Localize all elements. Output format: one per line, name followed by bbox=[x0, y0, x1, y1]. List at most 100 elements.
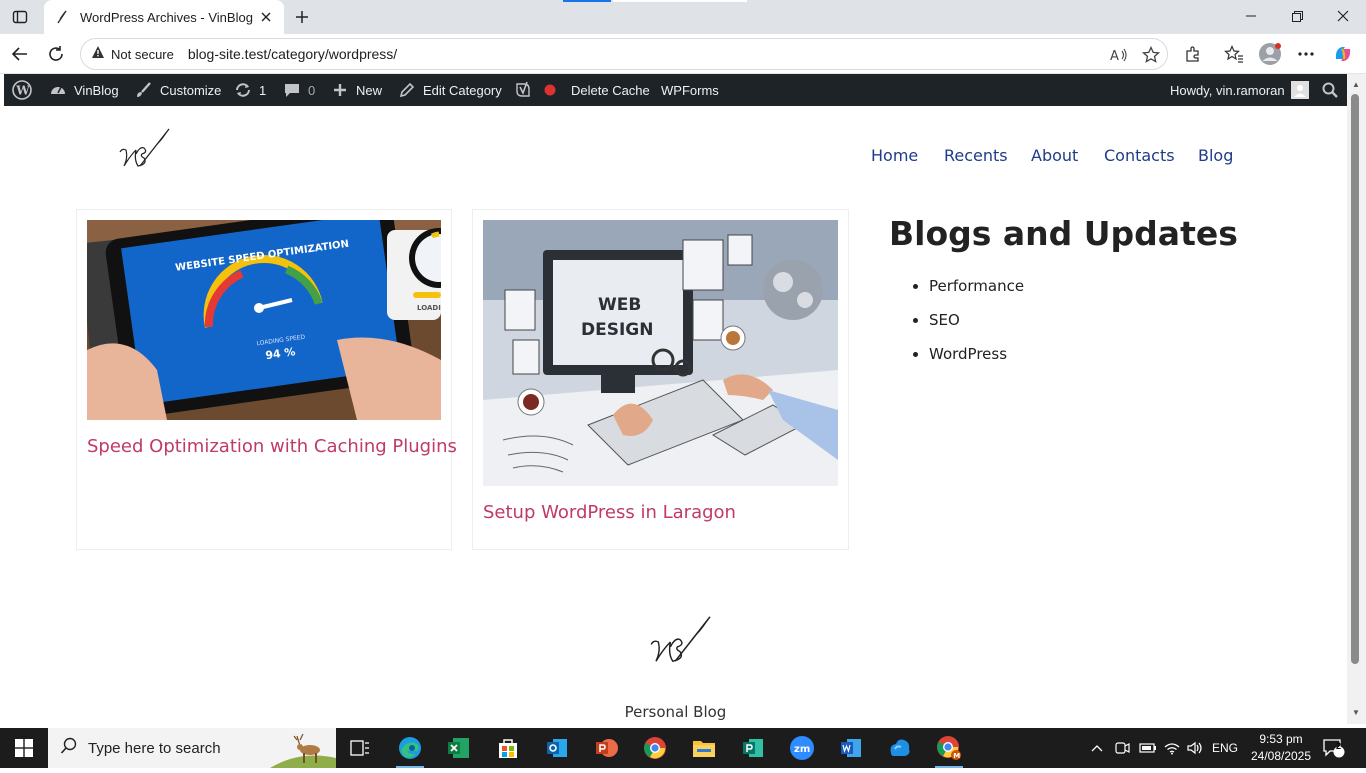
back-arrow-icon[interactable] bbox=[8, 42, 32, 66]
outlook-icon[interactable] bbox=[533, 728, 581, 768]
site-name-menu[interactable]: VinBlog bbox=[48, 74, 119, 106]
footer-logo[interactable] bbox=[644, 613, 716, 671]
tab-close-icon[interactable] bbox=[258, 9, 274, 25]
comments-menu[interactable]: 0 bbox=[282, 74, 315, 106]
edit-category-link[interactable]: Edit Category bbox=[397, 74, 502, 106]
category-item[interactable]: SEO bbox=[929, 308, 1024, 342]
tab-actions-icon[interactable] bbox=[6, 5, 34, 29]
volume-icon[interactable] bbox=[1186, 728, 1204, 768]
my-account-menu[interactable]: Howdy, vin.ramoran bbox=[1170, 74, 1309, 106]
nav-blog[interactable]: Blog bbox=[1198, 146, 1233, 165]
post-thumbnail-webdesign[interactable]: WEB DESIGN bbox=[483, 220, 838, 486]
category-item[interactable]: WordPress bbox=[929, 342, 1024, 376]
not-secure-label[interactable]: Not secure bbox=[111, 47, 174, 62]
wp-admin-bar: W VinBlog Customize 1 0 New Edit Categor… bbox=[4, 74, 1347, 106]
seo-status-dot-icon bbox=[544, 74, 556, 106]
scroll-down-arrow-icon[interactable]: ▼ bbox=[1350, 706, 1362, 718]
taskbar-search-box[interactable]: Type here to search bbox=[48, 728, 336, 768]
minimize-icon[interactable] bbox=[1228, 0, 1274, 32]
excel-icon[interactable] bbox=[435, 728, 483, 768]
category-label[interactable]: WordPress bbox=[929, 345, 1007, 363]
category-item[interactable]: Performance bbox=[929, 274, 1024, 308]
show-hidden-icons-icon[interactable] bbox=[1090, 728, 1104, 768]
scroll-up-arrow-icon[interactable]: ▲ bbox=[1350, 78, 1362, 90]
updates-count: 1 bbox=[259, 82, 267, 98]
taskbar: Type here to search zm M ENG 9:53 pm 24/… bbox=[0, 728, 1366, 768]
pencil-icon bbox=[397, 80, 417, 100]
clock-date: 24/08/2025 bbox=[1250, 749, 1312, 763]
scroll-thumb[interactable] bbox=[1351, 94, 1359, 664]
new-tab-icon[interactable] bbox=[290, 5, 314, 29]
post-card[interactable]: WEBSITE SPEED OPTIMIZATION LOADING SPEED… bbox=[76, 209, 457, 550]
site-logo[interactable] bbox=[114, 126, 174, 174]
favorites-bar-icon[interactable] bbox=[1222, 42, 1246, 66]
customize-label: Customize bbox=[160, 82, 222, 98]
meet-now-icon[interactable] bbox=[1114, 728, 1130, 768]
thumb-text-web: WEB bbox=[598, 295, 641, 315]
cloud-app-icon[interactable] bbox=[876, 728, 924, 768]
page-scrollbar[interactable]: ▲ ▼ bbox=[1347, 74, 1366, 724]
post-title-link[interactable]: Speed Optimization with Caching Plugins bbox=[87, 436, 457, 457]
tab-indicator-2 bbox=[613, 0, 747, 2]
search-icon[interactable] bbox=[1322, 74, 1338, 106]
category-list: Performance SEO WordPress bbox=[929, 274, 1024, 376]
browser-tab-strip: WordPress Archives - VinBlog bbox=[0, 0, 1366, 34]
svg-text:A: A bbox=[1110, 49, 1119, 63]
nav-about[interactable]: About bbox=[1031, 146, 1078, 165]
powerpoint-icon[interactable] bbox=[582, 728, 630, 768]
extensions-icon[interactable] bbox=[1181, 42, 1205, 66]
nav-contacts[interactable]: Contacts bbox=[1104, 146, 1175, 165]
url-text[interactable]: blog-site.test/category/wordpress/ bbox=[188, 46, 397, 62]
category-label[interactable]: Performance bbox=[929, 277, 1024, 295]
quill-favicon-icon bbox=[54, 9, 70, 25]
dashboard-gauge-icon bbox=[48, 80, 68, 100]
taskbar-clock[interactable]: 9:53 pm 24/08/2025 bbox=[1247, 731, 1315, 765]
favorite-star-icon[interactable] bbox=[1139, 43, 1163, 67]
chrome-icon[interactable] bbox=[631, 728, 679, 768]
nav-home[interactable]: Home bbox=[871, 146, 918, 165]
new-content-menu[interactable]: New bbox=[330, 74, 382, 106]
comment-bubble-icon bbox=[282, 80, 302, 100]
search-magnifier-icon bbox=[60, 737, 78, 760]
warning-triangle-icon[interactable] bbox=[91, 45, 105, 64]
tab-indicator bbox=[563, 0, 611, 2]
wifi-icon[interactable] bbox=[1163, 728, 1181, 768]
delete-cache-label: Delete Cache bbox=[571, 82, 650, 98]
category-label[interactable]: SEO bbox=[929, 311, 960, 329]
page-content: Home Recents About Contacts Blog WEBSITE… bbox=[4, 106, 1347, 724]
notifications-count: 2 bbox=[1336, 741, 1342, 751]
read-aloud-icon[interactable]: A bbox=[1107, 43, 1131, 67]
post-title-link[interactable]: Setup WordPress in Laragon bbox=[483, 502, 736, 523]
post-thumbnail-speed[interactable]: WEBSITE SPEED OPTIMIZATION LOADING SPEED… bbox=[87, 220, 441, 420]
zoom-icon[interactable]: zm bbox=[778, 728, 826, 768]
profile-avatar[interactable] bbox=[1258, 42, 1282, 66]
chrome-profile-icon[interactable]: M bbox=[925, 728, 973, 768]
language-indicator[interactable]: ENG bbox=[1212, 728, 1238, 768]
restore-icon[interactable] bbox=[1274, 0, 1320, 32]
updates-menu[interactable]: 1 bbox=[233, 74, 266, 106]
copilot-icon[interactable] bbox=[1331, 42, 1355, 66]
edge-browser-icon[interactable] bbox=[386, 728, 434, 768]
microsoft-store-icon[interactable] bbox=[484, 728, 532, 768]
windows-start-icon[interactable] bbox=[0, 728, 48, 768]
yoast-seo-icon[interactable] bbox=[514, 74, 532, 106]
more-menu-icon[interactable] bbox=[1294, 42, 1318, 66]
word-icon[interactable] bbox=[827, 728, 875, 768]
customize-menu[interactable]: Customize bbox=[134, 74, 221, 106]
clock-time: 9:53 pm bbox=[1259, 732, 1303, 746]
publisher-icon[interactable] bbox=[729, 728, 777, 768]
wp-logo-icon[interactable]: W bbox=[12, 74, 32, 106]
address-bar[interactable]: Not secure blog-site.test/category/wordp… bbox=[80, 38, 1168, 70]
browser-tab[interactable]: WordPress Archives - VinBlog bbox=[44, 0, 284, 34]
refresh-icon[interactable] bbox=[44, 42, 68, 66]
notifications-center-icon[interactable]: 2 bbox=[1323, 728, 1345, 768]
nav-recents[interactable]: Recents bbox=[944, 146, 1008, 165]
task-view-icon[interactable] bbox=[336, 728, 384, 768]
file-explorer-icon[interactable] bbox=[680, 728, 728, 768]
post-card[interactable]: WEB DESIGN Setup WordPress in Laragon bbox=[472, 209, 849, 550]
delete-cache-link[interactable]: Delete Cache bbox=[571, 74, 650, 106]
close-window-icon[interactable] bbox=[1320, 0, 1366, 32]
battery-icon[interactable] bbox=[1139, 728, 1157, 768]
wpforms-menu[interactable]: WPForms bbox=[661, 74, 719, 106]
tab-title: WordPress Archives - VinBlog bbox=[80, 9, 253, 25]
